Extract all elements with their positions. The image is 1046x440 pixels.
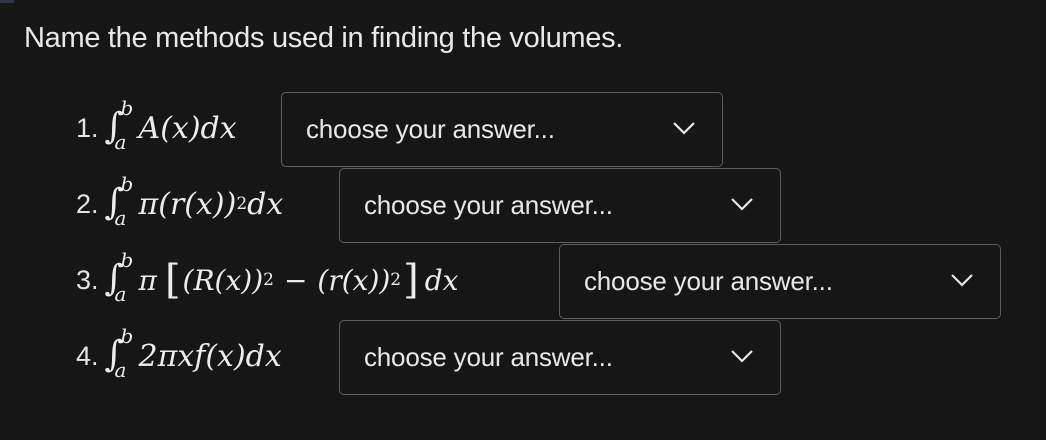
select-value: choose your answer... xyxy=(584,266,833,296)
integrand: 2πxf(x)dx xyxy=(138,338,282,374)
answer-select-3[interactable]: choose your answer... xyxy=(559,244,1001,319)
differential: dx xyxy=(424,263,459,297)
chevron-down-icon xyxy=(731,198,753,211)
question-prompt: Name the methods used in finding the vol… xyxy=(24,22,624,54)
close-bracket: ] xyxy=(403,257,419,303)
answer-select-2[interactable]: choose your answer... xyxy=(339,168,781,243)
formula: ∫ b a π [ (R(x)) 2 − (r(x)) 2 ] dx xyxy=(104,248,459,306)
item-3: 3. ∫ b a π [ (R(x)) 2 − (r(x)) 2 ] dx xyxy=(76,248,459,306)
lower-limit: a xyxy=(114,130,127,154)
differential: dx xyxy=(247,186,284,222)
inner-radius-term: (r(x)) xyxy=(317,263,391,297)
outer-radius-term: (R(x)) xyxy=(182,263,264,297)
chevron-down-icon xyxy=(731,350,753,363)
answer-select-1[interactable]: choose your answer... xyxy=(281,92,723,167)
formula: ∫ b a π(r(x)) 2 dx xyxy=(104,172,284,230)
integral-sign: ∫ b a xyxy=(104,324,134,382)
chevron-down-icon xyxy=(673,122,695,135)
integrand: A(x)dx xyxy=(138,110,237,146)
integral-sign: ∫ b a xyxy=(104,172,134,230)
chevron-down-icon xyxy=(951,274,973,287)
item-2: 2. ∫ b a π(r(x)) 2 dx xyxy=(76,172,284,230)
lower-limit: a xyxy=(114,358,127,382)
select-value: choose your answer... xyxy=(364,342,613,372)
exponent: 2 xyxy=(263,270,274,290)
item-1: 1. ∫ b a A(x)dx xyxy=(76,96,237,154)
integral-sign: ∫ b a xyxy=(104,248,134,306)
item-number: 3. xyxy=(76,264,99,295)
upper-limit: b xyxy=(120,248,134,272)
answer-select-4[interactable]: choose your answer... xyxy=(339,320,781,395)
upper-limit: b xyxy=(120,96,134,120)
upper-limit: b xyxy=(120,172,134,196)
exponent: 2 xyxy=(236,194,248,214)
lower-limit: a xyxy=(114,282,127,306)
pi-symbol: π xyxy=(138,263,157,297)
integral-sign: ∫ b a xyxy=(104,96,134,154)
formula: ∫ b a 2πxf(x)dx xyxy=(104,324,282,382)
integrand-base: π(r(x)) xyxy=(138,186,237,222)
item-number: 4. xyxy=(76,340,99,371)
lower-limit: a xyxy=(114,206,127,230)
minus-sign: − xyxy=(283,263,308,297)
select-value: choose your answer... xyxy=(364,190,613,220)
select-value: choose your answer... xyxy=(306,114,555,144)
top-left-corner-mark xyxy=(0,0,14,3)
item-number: 2. xyxy=(76,188,99,219)
item-4: 4. ∫ b a 2πxf(x)dx xyxy=(76,324,282,382)
formula: ∫ b a A(x)dx xyxy=(104,96,237,154)
upper-limit: b xyxy=(120,324,134,348)
item-number: 1. xyxy=(76,112,99,143)
open-bracket: [ xyxy=(164,257,181,303)
exponent: 2 xyxy=(390,270,402,290)
